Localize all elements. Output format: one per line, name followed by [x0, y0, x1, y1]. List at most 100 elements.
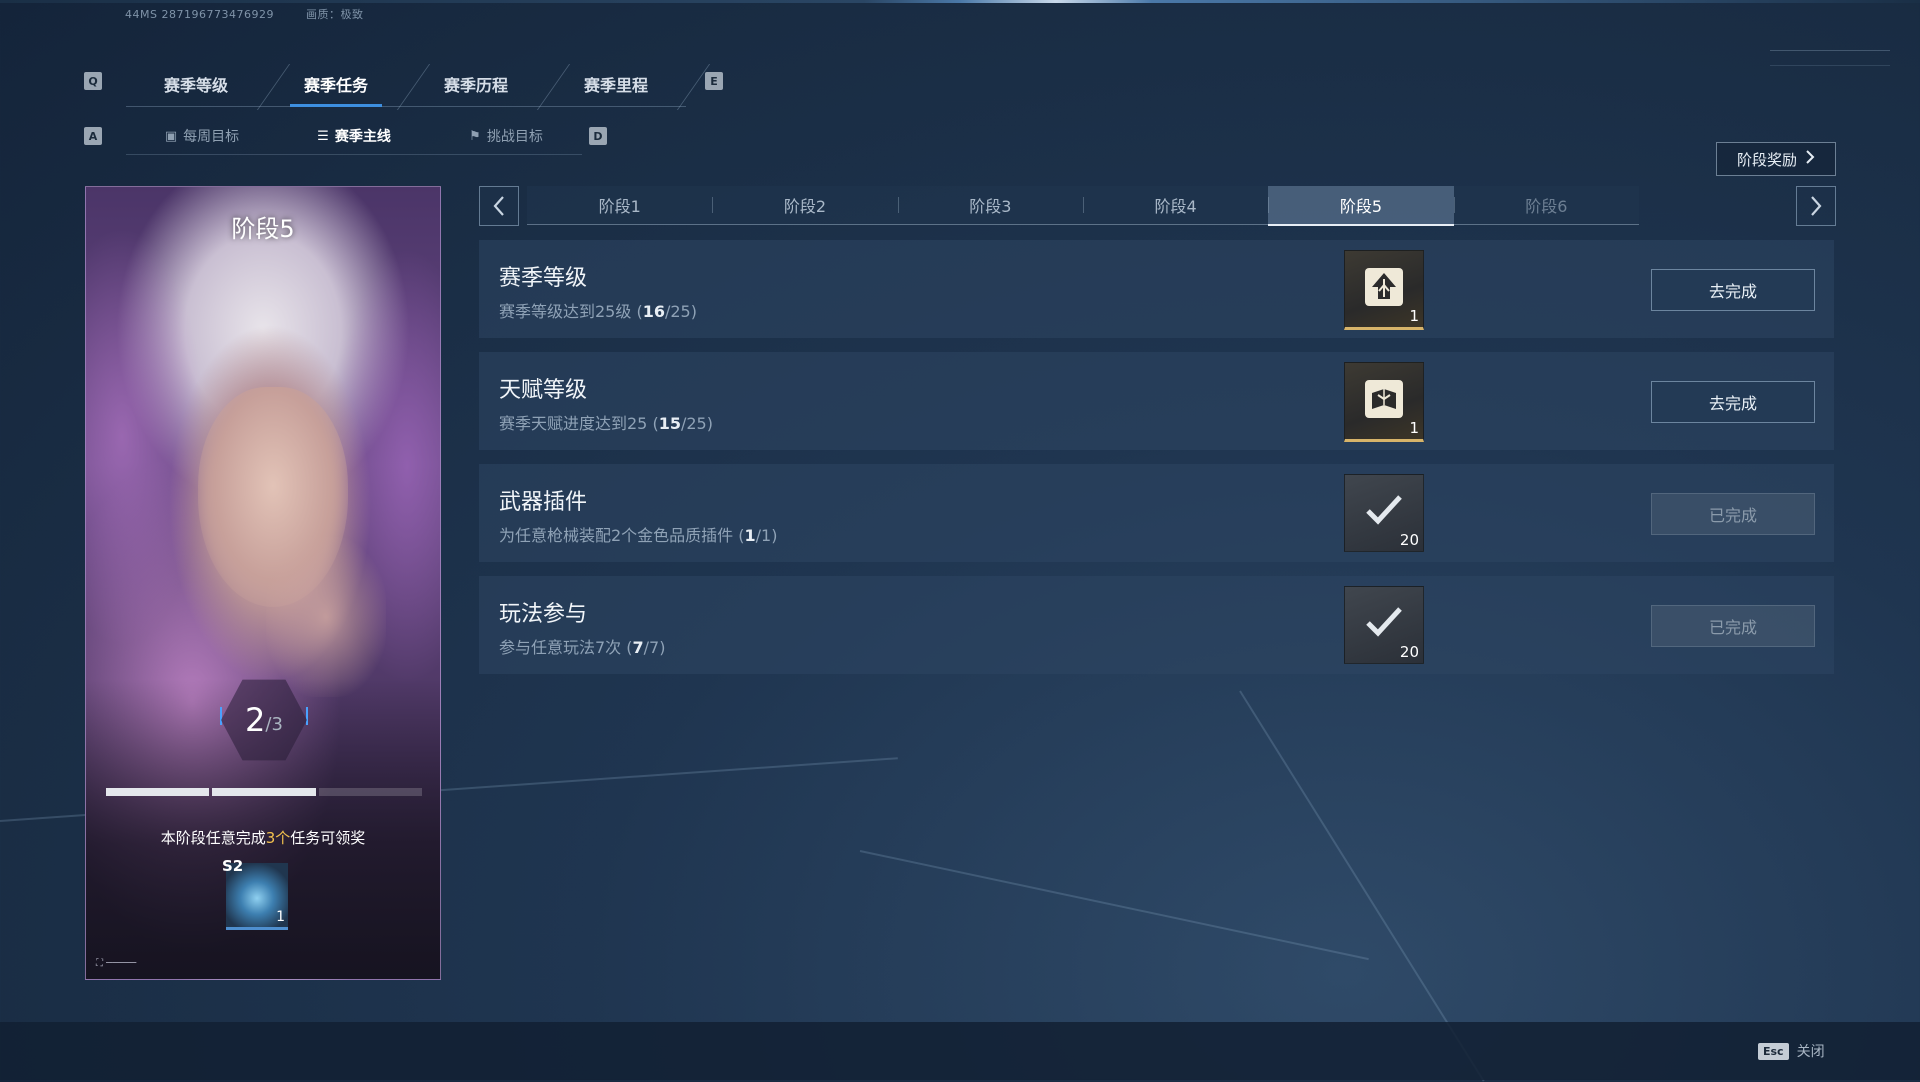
stage-tab-2[interactable]: 阶段2 [712, 186, 897, 224]
task-title: 赛季等级 [499, 266, 588, 291]
task-progress-total: 1 [761, 526, 772, 545]
task-reward-item[interactable]: 1 [1344, 362, 1424, 442]
top-glow-bar [0, 0, 1920, 3]
task-title: 天赋等级 [499, 378, 588, 403]
subtab-weekly-goals[interactable]: ▣ 每周目标 [126, 118, 278, 154]
progress-total: /3 [265, 713, 283, 735]
key-hint-q: Q [84, 72, 102, 90]
character-art [86, 227, 206, 647]
task-reward-item[interactable]: 20 [1344, 474, 1424, 552]
task-progress-done: 7 [632, 638, 644, 657]
stage-reward-label: 阶段奖励 [1736, 150, 1797, 169]
tab-season-milestones[interactable]: 赛季里程 [546, 62, 711, 110]
task-desc-text: 为任意枪械装配2个金色品质插件 [499, 526, 734, 545]
tab-season-level[interactable]: 赛季等级 [126, 62, 291, 110]
subtab-label: 赛季主线 [334, 129, 391, 145]
task-desc-text: 赛季等级达到25级 [499, 302, 632, 321]
stage-tab-6[interactable]: 阶段6 [1453, 186, 1639, 224]
task-progress-total: 25 [670, 302, 691, 321]
close-label: 关闭 [1796, 1044, 1825, 1060]
desc-prefix: 本阶段任意完成 [160, 829, 266, 847]
close-button[interactable]: Esc 关闭 [1758, 1041, 1825, 1061]
check-icon [1362, 601, 1406, 645]
season-tag: S2 [222, 857, 244, 875]
tab-season-history[interactable]: 赛季历程 [406, 62, 571, 110]
hex-marker [306, 707, 308, 725]
task-desc: 参与任意玩法7次 (7/7) [499, 638, 666, 657]
tab-label: 赛季里程 [583, 76, 648, 95]
talent-book-icon [1362, 377, 1406, 421]
character-art [266, 537, 386, 697]
list-icon: ☰ [317, 128, 329, 144]
stage-progress-bar [106, 788, 422, 796]
stage-next-button[interactable] [1796, 186, 1836, 226]
go-complete-button[interactable]: 去完成 [1651, 269, 1815, 311]
stage-tabs: 阶段1 阶段2 阶段3 阶段4 阶段5 阶段6 [527, 186, 1639, 226]
completed-button[interactable]: 已完成 [1651, 605, 1815, 647]
tab-season-tasks[interactable]: 赛季任务 [266, 62, 431, 110]
task-desc: 赛季天赋进度达到25 (15/25) [499, 414, 713, 433]
task-reward-item[interactable]: 20 [1344, 586, 1424, 664]
check-icon [1362, 489, 1406, 533]
stage-tab-1[interactable]: 阶段1 [527, 186, 712, 224]
hex-marker [220, 707, 222, 725]
stage-prev-button[interactable] [479, 186, 519, 226]
tab-label: 赛季历程 [443, 76, 508, 95]
reward-quantity: 1 [1409, 307, 1419, 325]
task-progress-done: 16 [642, 302, 665, 321]
key-hint-a: A [84, 127, 102, 145]
reward-quantity: 1 [1409, 419, 1419, 437]
corner-decoration [1770, 50, 1890, 66]
task-row: 赛季等级 赛季等级达到25级 (16/25) 1 去完成 [479, 240, 1834, 338]
stage-tab-4[interactable]: 阶段4 [1082, 186, 1268, 224]
chevron-right-icon [1811, 196, 1822, 216]
desc-highlight: 3个 [265, 829, 291, 847]
sub-tabs: ▣ 每周目标 ☰ 赛季主线 ⚑ 挑战目标 [126, 118, 582, 155]
quality-info: 画质：极致 [305, 8, 364, 21]
task-desc-text: 参与任意玩法7次 [499, 638, 622, 657]
key-hint-d: D [589, 127, 607, 145]
task-progress-done: 15 [658, 414, 681, 433]
task-progress-total: 7 [649, 638, 660, 657]
desc-suffix: 任务可领奖 [290, 829, 366, 847]
reward-quantity: 20 [1399, 531, 1419, 549]
stage-tab-5[interactable]: 阶段5 [1268, 186, 1454, 226]
tab-label: 赛季等级 [163, 76, 228, 95]
stage-reward-button[interactable]: 阶段奖励 [1716, 142, 1836, 176]
subtab-season-main[interactable]: ☰ 赛季主线 [278, 118, 430, 154]
key-hint-e: E [705, 72, 723, 90]
build-info: 44MS 287196773476929 [125, 8, 274, 21]
go-complete-button[interactable]: 去完成 [1651, 381, 1815, 423]
completed-button[interactable]: 已完成 [1651, 493, 1815, 535]
stage-card: 阶段5 2 /3 本阶段任意完成3个任务可领奖 S2 1 ⛶ ───── [85, 186, 441, 980]
calendar-icon: ▣ [164, 128, 178, 144]
floor-line [859, 850, 1369, 961]
progress-segment [106, 788, 210, 796]
top-meta: 44MS 287196773476929 画质：极致 [125, 6, 391, 22]
task-reward-item[interactable]: 1 [1344, 250, 1424, 330]
progress-segment [212, 788, 316, 796]
progress-segment [318, 788, 422, 796]
task-row: 玩法参与 参与任意玩法7次 (7/7) 20 已完成 [479, 576, 1834, 674]
subtab-challenge-goals[interactable]: ⚑ 挑战目标 [430, 118, 582, 154]
reward-count: 1 [276, 909, 285, 925]
subtab-label: 挑战目标 [486, 129, 543, 145]
task-progress-done: 1 [744, 526, 756, 545]
season-rank-icon [1362, 265, 1406, 309]
chevron-left-icon [493, 196, 504, 216]
task-row: 武器插件 为任意枪械装配2个金色品质插件 (1/1) 20 已完成 [479, 464, 1834, 562]
subtab-label: 每周目标 [183, 129, 240, 145]
expand-icon[interactable]: ⛶ ───── [96, 958, 136, 969]
flag-icon: ⚑ [469, 128, 481, 144]
task-desc: 赛季等级达到25级 (16/25) [499, 302, 697, 321]
task-title: 武器插件 [499, 490, 588, 515]
stage-requirement-text: 本阶段任意完成3个任务可领奖 [86, 827, 440, 848]
progress-current: 2 [245, 701, 266, 739]
task-title: 玩法参与 [499, 602, 588, 627]
reward-quantity: 20 [1399, 643, 1419, 661]
chevron-right-icon [1805, 149, 1815, 169]
stage-tab-3[interactable]: 阶段3 [897, 186, 1083, 224]
stage-reward-item[interactable]: S2 1 [222, 857, 288, 930]
task-row: 天赋等级 赛季天赋进度达到25 (15/25) 1 去完成 [479, 352, 1834, 450]
task-desc-text: 赛季天赋进度达到25 [499, 414, 648, 433]
